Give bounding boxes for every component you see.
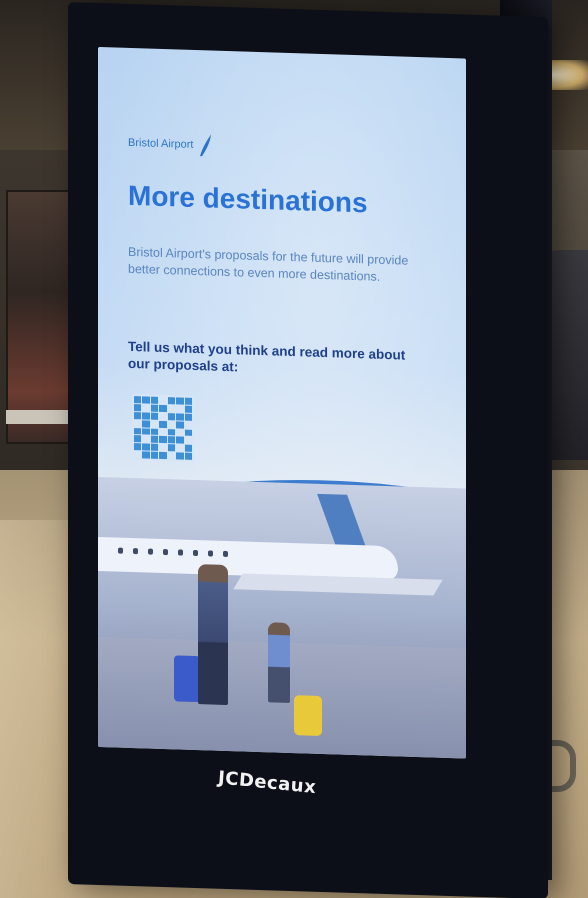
aircraft-wing — [233, 573, 443, 596]
jcdecaux-logo: JCDecaux — [217, 767, 317, 799]
station-scene: Bristol Airport More destinations Bristo… — [0, 0, 588, 898]
adult-traveller — [198, 564, 228, 706]
brand-logo: Bristol Airport — [128, 130, 213, 159]
ad-screen: Bristol Airport More destinations Bristo… — [98, 46, 466, 759]
child-traveller — [268, 622, 290, 703]
bird-logo-icon — [200, 134, 212, 157]
yellow-suitcase — [294, 695, 322, 736]
brand-name: Bristol Airport — [128, 136, 194, 151]
family-at-airport-photo — [98, 476, 466, 759]
digital-advertising-kiosk: Bristol Airport More destinations Bristo… — [68, 2, 548, 898]
blue-suitcase — [174, 655, 200, 703]
